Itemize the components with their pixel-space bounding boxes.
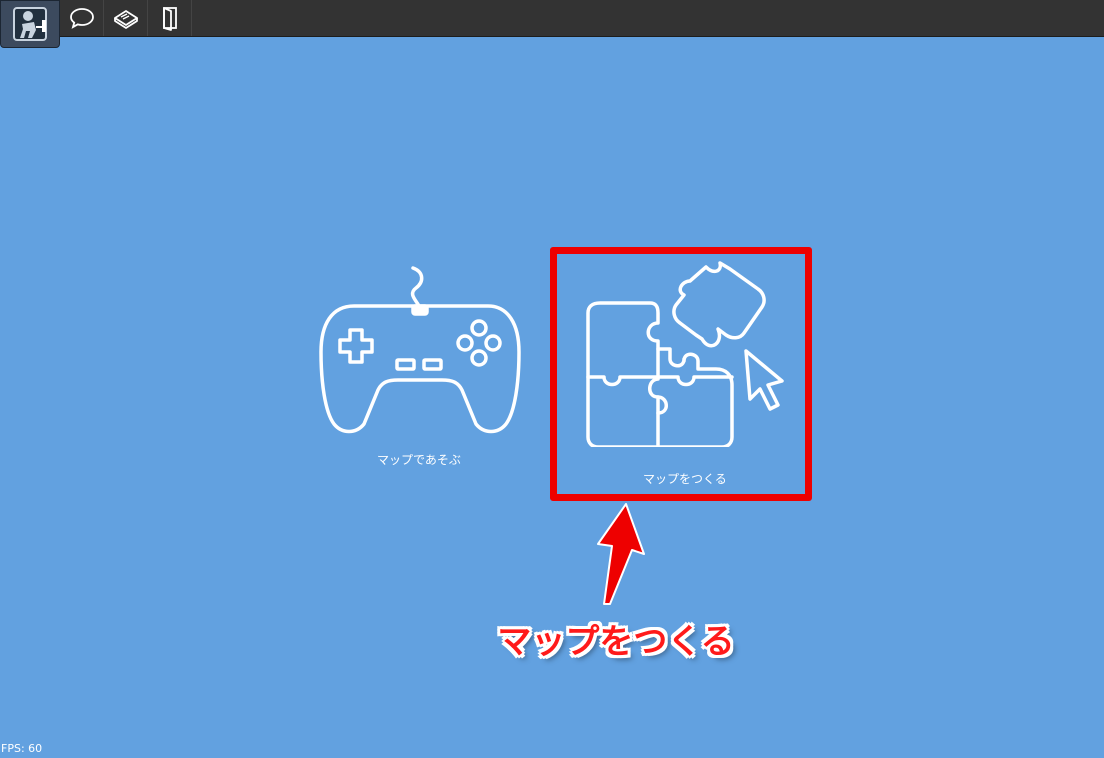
exit-button[interactable] — [148, 0, 192, 36]
gamepad-icon — [319, 266, 521, 434]
avatar-icon — [13, 7, 47, 41]
top-toolbar — [0, 0, 1104, 48]
annotation-arrow-icon — [597, 503, 645, 605]
play-map-option[interactable]: マップであそぶ — [312, 262, 528, 476]
exit-door-icon — [162, 7, 177, 31]
book-button[interactable] — [104, 0, 148, 36]
book-icon — [113, 10, 138, 29]
chat-bubble-icon — [69, 8, 94, 29]
avatar-button[interactable] — [0, 0, 60, 48]
highlight-frame — [550, 247, 812, 501]
fps-counter: FPS: 60 — [1, 742, 43, 755]
play-map-label: マップであそぶ — [377, 453, 461, 467]
chat-button[interactable] — [60, 0, 104, 36]
annotation-label: マップをつくる — [497, 622, 735, 662]
